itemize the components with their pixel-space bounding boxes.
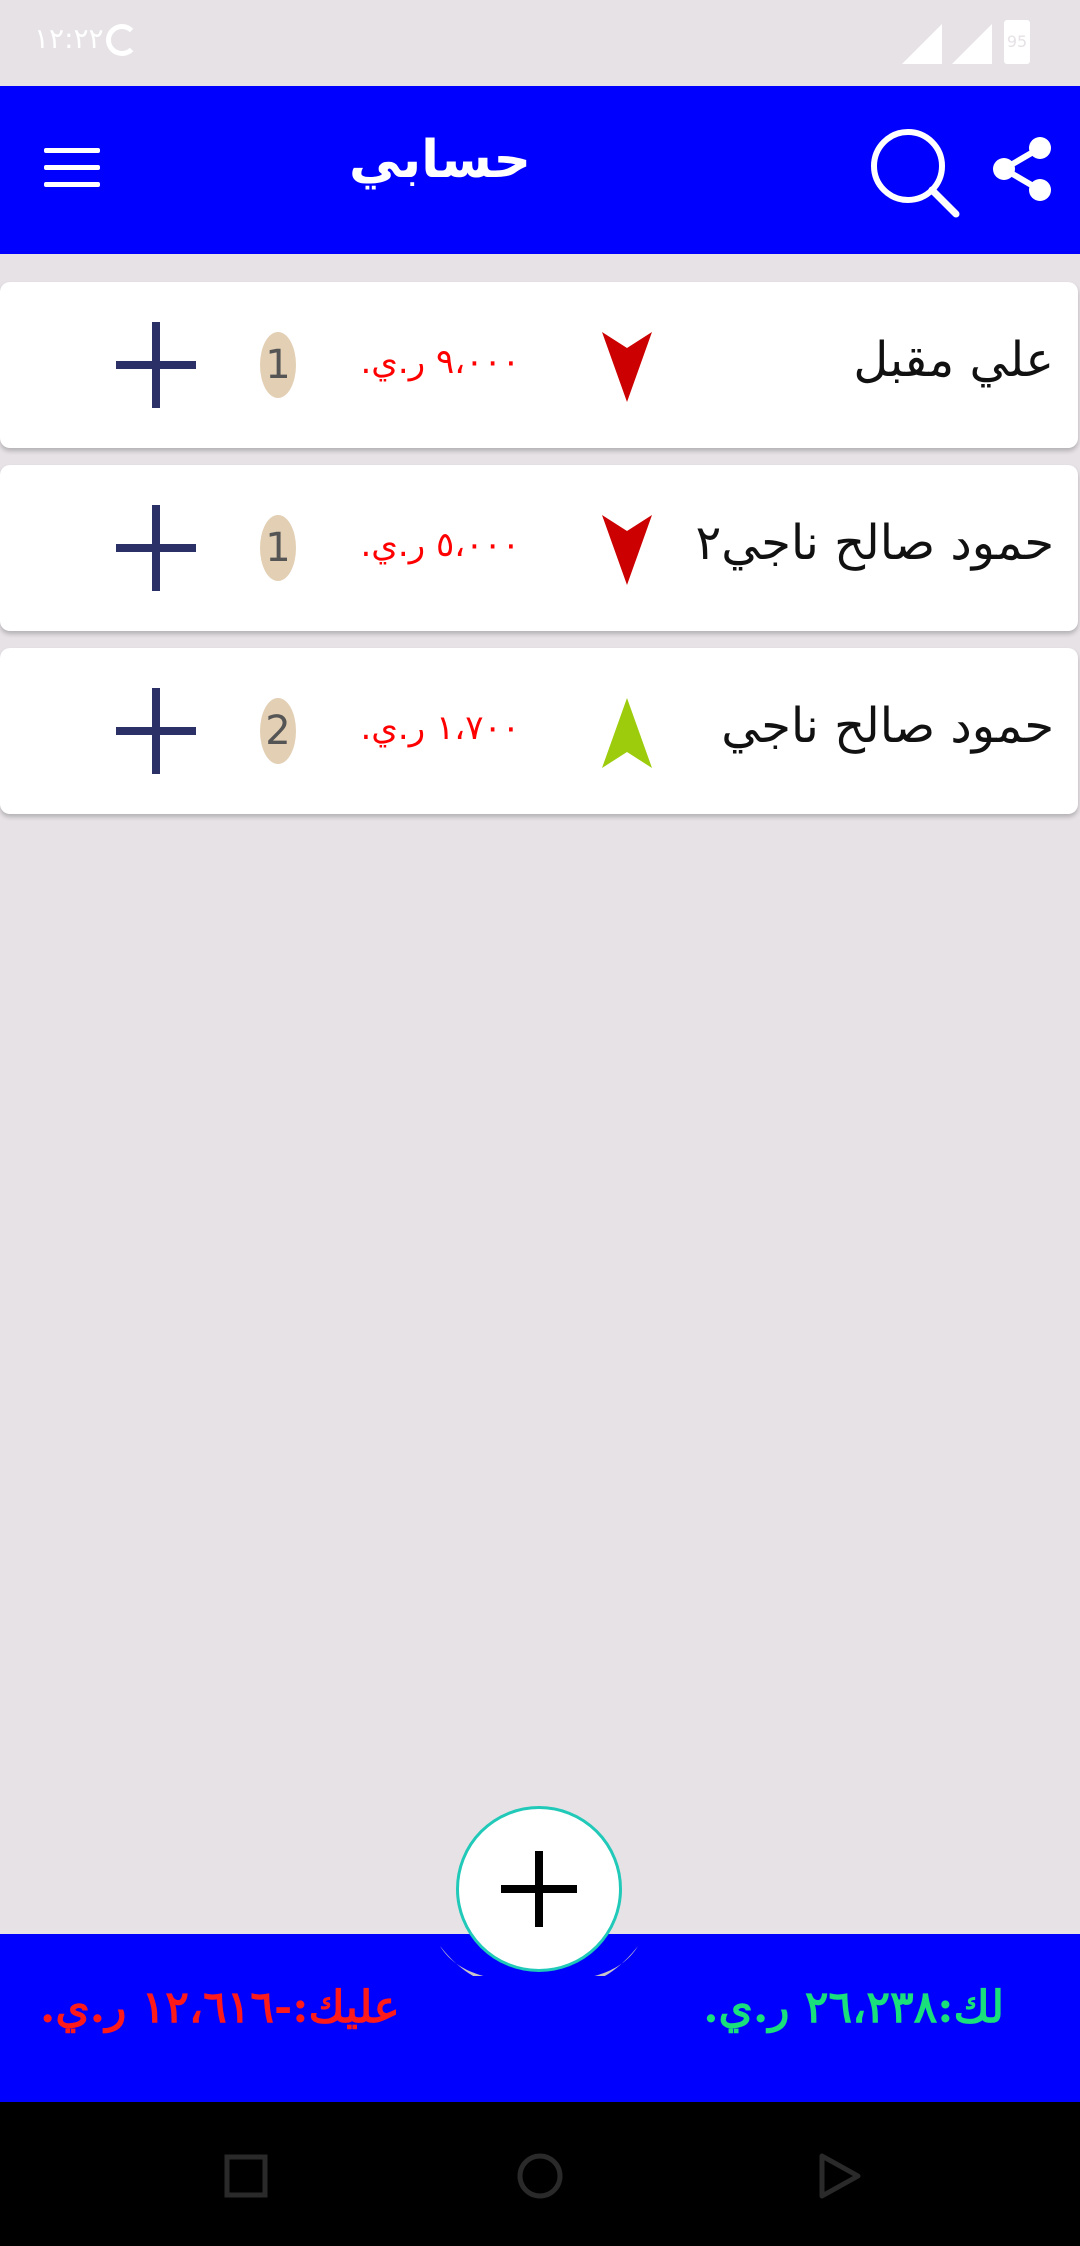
back-icon[interactable] [810, 2148, 866, 2204]
account-amount: ١،٧٠٠ ر.ي. [360, 708, 521, 748]
system-nav-bar [0, 2102, 1080, 2246]
home-icon[interactable] [512, 2148, 568, 2204]
arrow-down-icon [602, 332, 652, 402]
plus-icon [501, 1851, 577, 1927]
transaction-count-badge: 2 [260, 698, 296, 764]
account-amount: ٥،٠٠٠ ر.ي. [360, 525, 521, 565]
status-bar: ١٢:٢٢ 95 [0, 0, 1080, 86]
add-transaction-icon[interactable] [116, 688, 196, 774]
battery-icon: 95 [1004, 20, 1030, 64]
account-amount: ٩،٠٠٠ ر.ي. [360, 342, 521, 382]
page-title: حسابي [348, 130, 532, 190]
account-name: علي مقبل [853, 332, 1054, 388]
transaction-count-badge: 1 [260, 515, 296, 581]
account-card[interactable]: حمود صالح ناجي ١،٧٠٠ ر.ي. 2 [0, 648, 1078, 814]
recent-apps-icon[interactable] [218, 2148, 274, 2204]
sync-icon [106, 24, 138, 56]
balance-owed-to-you: لك:٢٦،٢٣٨ ر.ي. [703, 1982, 1004, 2033]
account-name: حمود صالح ناجي٢ [695, 515, 1054, 571]
signal-icon [902, 24, 942, 64]
add-account-button[interactable] [456, 1806, 622, 1972]
accounts-list: علي مقبل ٩،٠٠٠ ر.ي. 1 حمود صالح ناجي٢ ٥،… [0, 282, 1080, 831]
transaction-count-badge: 1 [260, 332, 296, 398]
menu-icon[interactable] [44, 148, 100, 192]
add-transaction-icon[interactable] [116, 505, 196, 591]
status-time: ١٢:٢٢ [34, 22, 104, 55]
balance-owed-by-you: عليك:-١٢،٦١٦ ر.ي. [40, 1982, 400, 2033]
arrow-up-icon [602, 698, 652, 768]
arrow-down-icon [602, 515, 652, 585]
add-transaction-icon[interactable] [116, 322, 196, 408]
account-card[interactable]: علي مقبل ٩،٠٠٠ ر.ي. 1 [0, 282, 1078, 448]
account-name: حمود صالح ناجي [721, 698, 1054, 754]
search-icon[interactable] [866, 124, 962, 220]
account-card[interactable]: حمود صالح ناجي٢ ٥،٠٠٠ ر.ي. 1 [0, 465, 1078, 631]
app-bar: حسابي [0, 86, 1080, 254]
signal-icon [952, 24, 992, 64]
share-icon[interactable] [990, 136, 1056, 202]
